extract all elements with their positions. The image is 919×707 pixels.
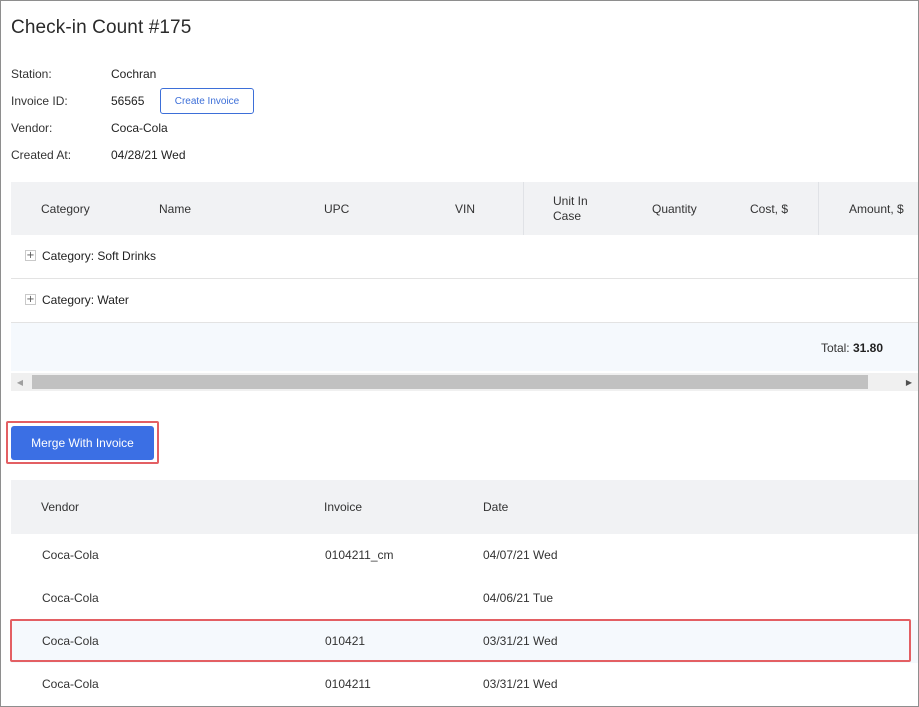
invoice-id-value: 56565 — [111, 94, 145, 108]
column-header-unit-in-case[interactable]: Unit In Case — [553, 194, 588, 224]
column-header-quantity[interactable]: Quantity — [652, 202, 697, 216]
group-row-soft-drinks[interactable]: + Category: Soft Drinks — [11, 235, 918, 279]
column-separator — [818, 182, 819, 236]
total-row: Total: 31.80 — [11, 323, 918, 371]
table-row[interactable]: Coca-Cola 0104211_cm 04/07/21 Wed — [11, 534, 918, 577]
date-cell: 03/31/21 Wed — [483, 677, 558, 691]
date-cell: 04/07/21 Wed — [483, 548, 558, 562]
scrollbar-thumb[interactable] — [32, 375, 868, 389]
table-row[interactable]: Coca-Cola 0104211 03/31/21 Wed — [11, 663, 918, 706]
date-cell: 04/06/21 Tue — [483, 591, 554, 605]
unit-in-case-line1: Unit In — [553, 194, 588, 208]
create-invoice-button[interactable]: Create Invoice — [160, 88, 254, 114]
selected-row-highlight — [10, 619, 911, 662]
arrow-right-icon[interactable]: ▶ — [900, 373, 918, 391]
station-label: Station: — [11, 67, 52, 81]
vendor-cell: Coca-Cola — [42, 548, 99, 562]
created-at-label: Created At: — [11, 148, 72, 162]
column-header-category[interactable]: Category — [41, 202, 90, 216]
invoice-cell: 0104211_cm — [325, 548, 394, 562]
total-value: 31.80 — [852, 341, 883, 355]
column-header-vendor[interactable]: Vendor — [41, 500, 79, 514]
column-header-invoice[interactable]: Invoice — [324, 500, 362, 514]
vendor-cell: Coca-Cola — [42, 591, 99, 605]
column-header-name[interactable]: Name — [159, 202, 191, 216]
column-header-date[interactable]: Date — [483, 500, 508, 514]
column-separator — [523, 182, 524, 236]
created-at-value: 04/28/21 Wed — [111, 148, 186, 162]
table-row[interactable]: Coca-Cola 04/06/21 Tue — [11, 577, 918, 620]
unit-in-case-line2: Case — [553, 209, 582, 223]
invoice-cell: 0104211 — [325, 677, 371, 691]
plus-icon[interactable]: + — [25, 294, 36, 305]
group-label: Category: Soft Drinks — [42, 249, 157, 263]
plus-icon[interactable]: + — [25, 250, 36, 261]
group-row-water[interactable]: + Category: Water — [11, 279, 918, 323]
horizontal-scrollbar[interactable]: ◀ ▶ — [11, 373, 918, 391]
invoice-list-header: Vendor Invoice Date — [11, 480, 918, 534]
vendor-cell: Coca-Cola — [42, 677, 99, 691]
invoice-id-label: Invoice ID: — [11, 94, 68, 108]
column-header-cost[interactable]: Cost, $ — [750, 202, 788, 216]
station-value: Cochran — [111, 67, 157, 81]
vendor-value: Coca-Cola — [111, 121, 168, 135]
arrow-left-icon[interactable]: ◀ — [11, 373, 29, 391]
total-label: Total: — [820, 341, 850, 355]
column-header-amount[interactable]: Amount, $ — [849, 202, 904, 216]
column-header-upc[interactable]: UPC — [324, 202, 349, 216]
total-summary: Total: 31.80 — [821, 341, 883, 355]
column-header-vin[interactable]: VIN — [455, 202, 475, 216]
vendor-label: Vendor: — [11, 121, 53, 135]
page-title: Check-in Count #175 — [11, 17, 192, 38]
merge-with-invoice-button[interactable]: Merge With Invoice — [11, 426, 154, 460]
group-label: Category: Water — [42, 293, 129, 307]
items-table-header: Category Name UPC VIN Unit In Case Quant… — [11, 182, 918, 236]
